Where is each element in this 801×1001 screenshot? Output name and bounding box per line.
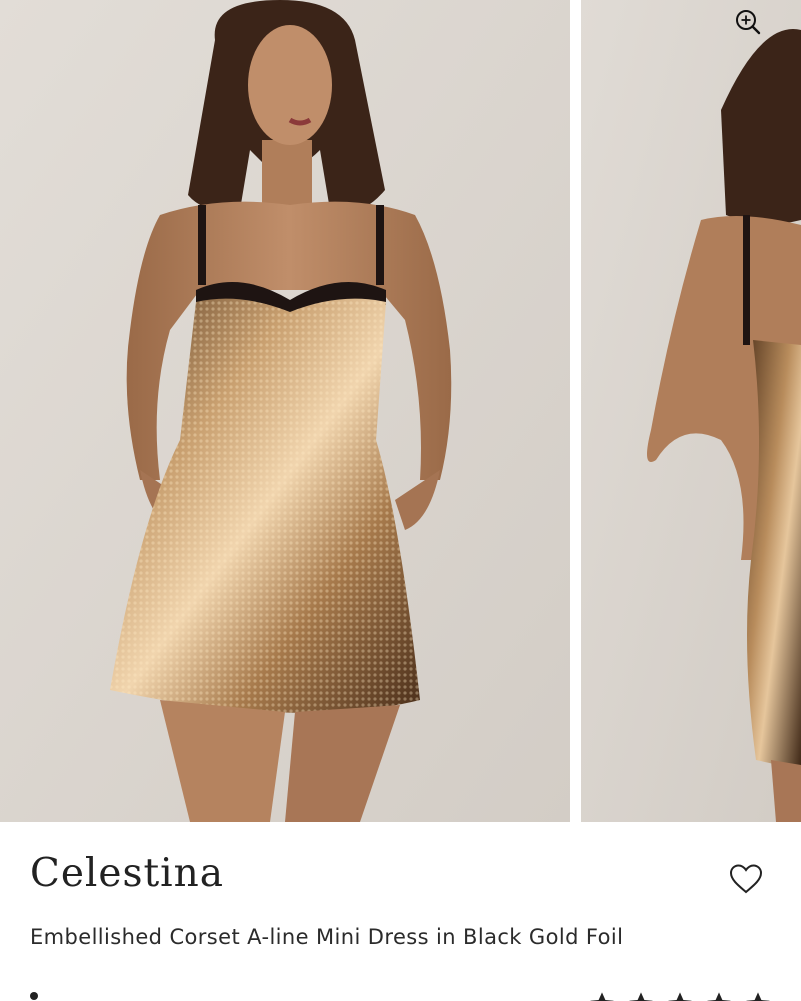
product-page: Celestina Embellished Corset A-line Mini… (0, 0, 801, 1001)
star-icon (668, 992, 692, 1001)
star-icon (629, 992, 653, 1001)
product-name: Celestina (30, 851, 225, 896)
rating-stars[interactable] (588, 990, 772, 1001)
product-image-front[interactable] (0, 0, 570, 822)
zoom-button[interactable] (732, 6, 764, 38)
star-icon (746, 992, 770, 1001)
product-image-back[interactable] (581, 0, 801, 822)
product-image-gallery[interactable] (0, 0, 801, 822)
price-indicator (30, 992, 38, 1000)
product-info: Celestina Embellished Corset A-line Mini… (0, 822, 801, 1001)
product-description: Embellished Corset A-line Mini Dress in … (30, 925, 624, 949)
model-front-photo (0, 0, 570, 822)
zoom-in-icon (736, 10, 761, 35)
heart-icon (729, 864, 763, 894)
wishlist-button[interactable] (724, 859, 768, 899)
star-icon (590, 992, 614, 1001)
star-icon (707, 992, 731, 1001)
model-back-photo (581, 0, 801, 822)
